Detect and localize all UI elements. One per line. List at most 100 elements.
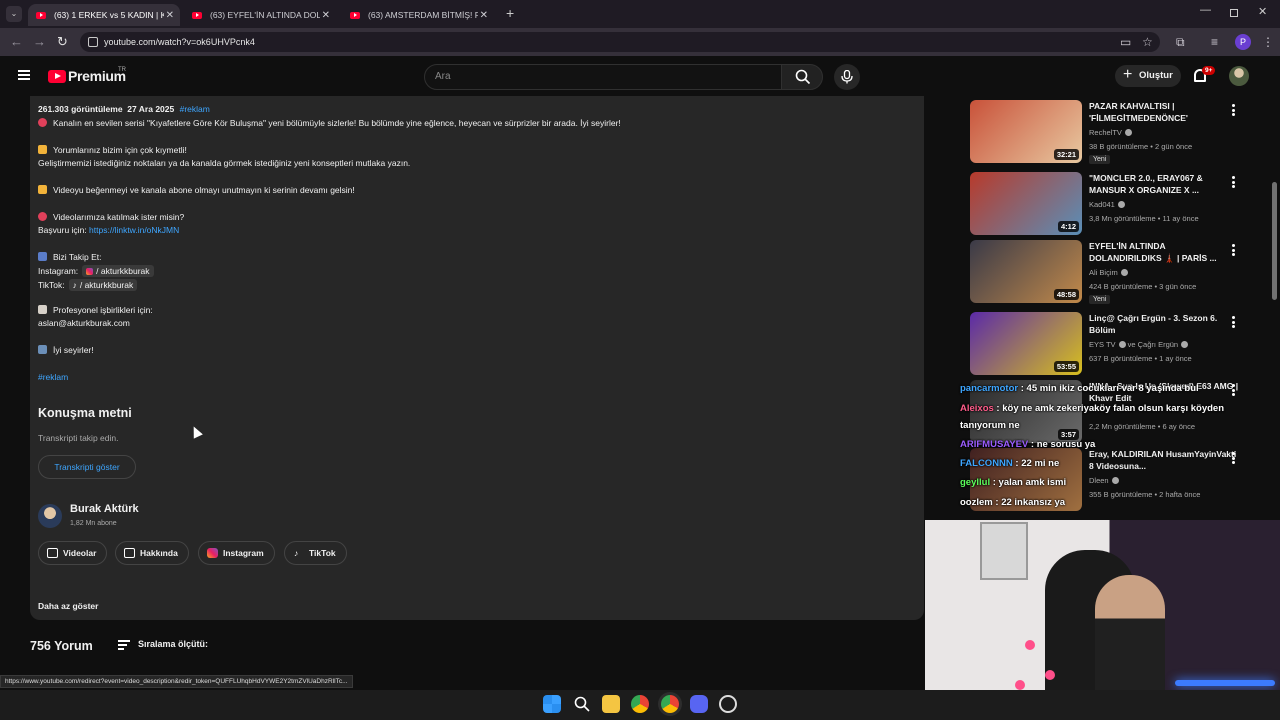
scrollbar[interactable] — [1272, 182, 1277, 300]
profile-avatar[interactable]: P — [1235, 34, 1251, 50]
video-thumbnail[interactable]: 53:55 — [970, 312, 1082, 375]
youtube-header: Premium TR Ara Oluştur 9+ — [0, 56, 1280, 96]
video-title[interactable]: EYFEL'İN ALTINDA DOLANDIRILDIKS 🗼 | PARİ… — [1089, 240, 1239, 264]
video-thumbnail[interactable]: 48:58 — [970, 240, 1082, 303]
video-channel[interactable]: Dleen — [1089, 476, 1119, 485]
video-channel[interactable]: EYS TV ve Çağrı Ergün — [1089, 340, 1189, 349]
pin-emoji-icon — [38, 118, 47, 127]
account-avatar[interactable] — [1229, 66, 1249, 86]
forward-icon[interactable]: → — [33, 34, 46, 49]
upload-date: 27 Ara 2025 — [127, 104, 175, 114]
search-input[interactable]: Ara — [424, 64, 782, 90]
more-options-icon[interactable] — [1232, 316, 1235, 328]
verified-icon — [1124, 129, 1132, 136]
chrome-active-icon[interactable] — [661, 695, 679, 713]
file-explorer-icon[interactable] — [602, 695, 620, 713]
create-button[interactable]: Oluştur — [1115, 64, 1181, 87]
about-button[interactable]: Hakkında — [115, 541, 189, 565]
close-tab-icon[interactable]: ✕ — [480, 10, 488, 21]
thumbs-up-emoji-icon — [38, 185, 47, 194]
hamburger-menu-icon[interactable] — [18, 70, 30, 80]
back-icon[interactable]: ← — [10, 34, 23, 49]
new-tab-button[interactable]: + — [506, 5, 514, 21]
video-channel[interactable]: Kad041 — [1089, 200, 1125, 209]
video-duration: 53:55 — [1053, 361, 1079, 372]
chrome-icon[interactable] — [631, 695, 649, 713]
tiktok-icon: ♪ — [294, 548, 299, 558]
channel-name[interactable]: Burak Aktürk — [70, 503, 139, 515]
more-options-icon[interactable] — [1232, 452, 1235, 464]
videos-button[interactable]: Videolar — [38, 541, 108, 565]
application-link[interactable]: https://linktw.in/oNkJMN — [89, 225, 179, 235]
taskbar-search-icon[interactable] — [573, 695, 591, 713]
related-video[interactable]: 48:58 EYFEL'İN ALTINDA DOLANDIRILDIKS 🗼 |… — [970, 240, 1270, 304]
hashtag-link[interactable]: #reklam — [38, 372, 68, 382]
video-channel[interactable]: RechelTV — [1089, 128, 1132, 137]
more-options-icon[interactable] — [1232, 244, 1235, 256]
browser-tab-active[interactable]: (63) 1 ERKEK vs 5 KADIN | KIYAFETLERE ✕ — [28, 4, 180, 26]
channel-label: ve Çağrı Ergün — [1127, 340, 1179, 349]
poster-image — [980, 522, 1028, 580]
chat-username: geyllul — [960, 477, 991, 488]
related-video[interactable]: 53:55 Linç@ Çağrı Ergün - 3. Sezon 6. Böl… — [970, 312, 1270, 376]
voice-search-button[interactable] — [834, 64, 860, 90]
more-options-icon[interactable] — [1232, 176, 1235, 188]
related-video[interactable]: 32:21 PAZAR KAHVALTISI | 'FİLMEGİTMEDENÖN… — [970, 100, 1270, 164]
chat-username: oozlem — [960, 497, 993, 508]
video-thumbnail[interactable]: 4:12 — [970, 172, 1082, 235]
cast-icon[interactable]: ▭ — [1120, 35, 1131, 49]
desc-line: Yorumlarınız bizim için çok kıymetli! — [38, 145, 187, 155]
related-video[interactable]: 4:12 "MONCLER 2.0., ERAY067 & MANSUR X OR… — [970, 172, 1270, 236]
browser-tab[interactable]: (63) EYFEL'İN ALTINDA DOLANDIRILDIK ✕ — [184, 4, 336, 26]
video-title[interactable]: Linç@ Çağrı Ergün - 3. Sezon 6. Bölüm — [1089, 312, 1239, 336]
instagram-button[interactable]: Instagram — [198, 541, 275, 565]
instagram-handle-chip[interactable]: / akturkkburak — [82, 265, 154, 277]
windows-start-icon[interactable] — [543, 695, 561, 713]
site-info-icon[interactable] — [88, 37, 98, 47]
comment-count: 756 Yorum — [30, 639, 93, 653]
url-field[interactable]: youtube.com/watch?v=ok6UHVPcnk4 — [80, 32, 1160, 52]
microphone-icon — [841, 70, 853, 84]
show-transcript-button[interactable]: Transkripti göster — [38, 455, 136, 479]
close-tab-icon[interactable]: ✕ — [166, 10, 174, 21]
tiktok-handle-chip[interactable]: ♪ / akturkkburak — [68, 279, 138, 291]
show-less-button[interactable]: Daha az göster — [38, 601, 98, 611]
desc-line: aslan@akturkburak.com — [38, 318, 130, 328]
reload-icon[interactable]: ↻ — [57, 34, 68, 50]
menu-dots-icon[interactable]: ⋮ — [1262, 35, 1274, 49]
close-window-icon[interactable]: ✕ — [1258, 5, 1267, 18]
video-thumbnail[interactable]: 32:21 — [970, 100, 1082, 163]
channel-avatar[interactable] — [38, 504, 62, 528]
more-options-icon[interactable] — [1232, 104, 1235, 116]
video-title[interactable]: PAZAR KAHVALTISI | 'FİLMEGİTMEDENÖNCE' — [1089, 100, 1239, 124]
close-tab-icon[interactable]: ✕ — [322, 10, 330, 21]
video-title[interactable]: "MONCLER 2.0., ERAY067 & MANSUR X ORGANI… — [1089, 172, 1239, 196]
video-duration: 48:58 — [1053, 289, 1079, 300]
desc-line: Kanalın en sevilen serisi "Kıyafetlere G… — [38, 118, 621, 128]
tiktok-button[interactable]: ♪ TikTok — [284, 541, 347, 565]
youtube-favicon-icon — [36, 11, 46, 19]
desc-line: Videolarımıza katılmak ister misin? — [38, 212, 184, 222]
extensions-icon[interactable]: ⧉ — [1176, 35, 1185, 50]
bookmark-star-icon[interactable]: ☆ — [1142, 35, 1153, 49]
media-icon[interactable]: ≡ — [1211, 35, 1218, 49]
tab-list-button[interactable]: ⌄ — [6, 6, 22, 22]
desc-line: TikTok: ♪ / akturkkburak — [38, 279, 138, 291]
sort-button[interactable]: Sıralama ölçütü: — [138, 639, 208, 649]
chat-username: pancarmotor — [960, 383, 1019, 394]
video-title[interactable]: Eray, KALDIRILAN HusamYayinVakti 8 Video… — [1089, 448, 1239, 472]
youtube-logo-icon[interactable] — [48, 70, 66, 83]
restore-icon[interactable] — [1230, 9, 1238, 17]
desc-text: Profesyonel işbirlikleri için: — [53, 305, 153, 315]
app-icon[interactable] — [719, 695, 737, 713]
sort-icon[interactable] — [118, 640, 130, 650]
search-button[interactable] — [781, 64, 823, 90]
more-options-icon[interactable] — [1232, 384, 1235, 396]
minimize-icon[interactable]: — — [1200, 4, 1211, 16]
hashtag-link[interactable]: #reklam — [180, 104, 210, 114]
video-icon — [47, 548, 58, 558]
discord-icon[interactable] — [690, 695, 708, 713]
view-count: 261.303 görüntüleme — [38, 104, 123, 114]
video-channel[interactable]: Ali Biçim — [1089, 268, 1128, 277]
browser-tab[interactable]: (63) AMSTERDAM BİTMİŞ! RED LIGHT ✕ — [342, 4, 494, 26]
